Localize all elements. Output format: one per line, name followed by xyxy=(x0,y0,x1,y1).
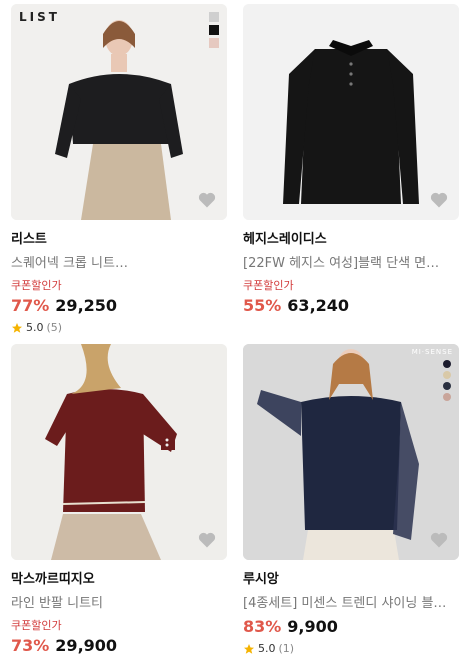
rating-score: 5.0 xyxy=(26,321,44,334)
product-photo xyxy=(243,344,459,560)
color-swatch xyxy=(209,38,219,48)
color-swatch xyxy=(209,12,219,22)
product-name[interactable]: [4종세트] 미센스 트렌디 샤이닝 블… xyxy=(243,592,459,611)
product-image[interactable] xyxy=(11,344,227,560)
color-swatch xyxy=(443,382,451,390)
color-swatch xyxy=(443,393,451,401)
brand-name: 막스까르띠지오 xyxy=(11,572,95,587)
price-row: 55% 63,240 xyxy=(243,296,459,315)
coupon-label: 쿠폰할인가 xyxy=(243,279,294,292)
price: 9,900 xyxy=(287,617,338,636)
color-swatches xyxy=(209,12,219,48)
rating-score: 5.0 xyxy=(258,642,276,655)
heart-icon[interactable] xyxy=(429,190,449,210)
review-count: (1) xyxy=(278,642,295,655)
price: 29,250 xyxy=(55,296,118,315)
price: 63,240 xyxy=(287,296,350,315)
product-photo xyxy=(11,4,227,220)
product-name[interactable]: 스퀘어넥 크롭 니트… xyxy=(11,252,227,271)
product-photo xyxy=(11,344,227,560)
brand-logo: MI·SENSE xyxy=(411,348,453,356)
discount-rate: 83% xyxy=(243,617,282,636)
star-icon xyxy=(244,643,254,654)
coupon-label: 쿠폰할인가 xyxy=(11,279,62,292)
heart-icon[interactable] xyxy=(197,190,217,210)
price-row: 73% 29,900 xyxy=(11,636,227,655)
product-photo xyxy=(243,4,459,220)
color-swatch xyxy=(209,25,219,35)
color-swatch xyxy=(443,360,451,368)
rating: 5.0 (1) xyxy=(243,642,459,655)
price: 29,900 xyxy=(55,636,118,655)
heart-icon[interactable] xyxy=(429,530,449,550)
product-grid: LIST 리스트 스퀘어넥 크롭 니트… 쿠폰할인가 77% 29,250 5.… xyxy=(0,0,468,656)
color-swatches xyxy=(443,360,451,401)
product-image[interactable] xyxy=(243,4,459,220)
price-row: 83% 9,900 xyxy=(243,617,459,636)
rating: 5.0 (5) xyxy=(11,321,227,334)
price-row: 77% 29,250 xyxy=(11,296,227,315)
discount-rate: 77% xyxy=(11,296,50,315)
product-image[interactable]: LIST xyxy=(11,4,227,220)
brand-name: 루시앙 xyxy=(243,572,279,587)
coupon-label: 쿠폰할인가 xyxy=(11,619,62,632)
product-name[interactable]: [22FW 헤지스 여성]블랙 단색 면… xyxy=(243,252,459,271)
discount-rate: 55% xyxy=(243,296,282,315)
color-swatch xyxy=(443,371,451,379)
brand-name: 헤지스레이디스 xyxy=(243,232,327,247)
brand-name: 리스트 xyxy=(11,232,47,247)
product-card[interactable]: LIST 리스트 스퀘어넥 크롭 니트… 쿠폰할인가 77% 29,250 5.… xyxy=(11,4,227,334)
review-count: (5) xyxy=(46,321,63,334)
product-card[interactable]: 막스까르띠지오 라인 반팔 니트티 쿠폰할인가 73% 29,900 xyxy=(11,344,227,655)
product-card[interactable]: 헤지스레이디스 [22FW 헤지스 여성]블랙 단색 면… 쿠폰할인가 55% … xyxy=(243,4,459,315)
product-name[interactable]: 라인 반팔 니트티 xyxy=(11,592,227,611)
heart-icon[interactable] xyxy=(197,530,217,550)
product-card[interactable]: MI·SENSE 루시앙 [4종세트] 미센스 트렌디 샤이닝 블… 83% 9… xyxy=(243,344,459,655)
discount-rate: 73% xyxy=(11,636,50,655)
star-icon xyxy=(12,322,22,333)
product-image[interactable]: MI·SENSE xyxy=(243,344,459,560)
brand-logo: LIST xyxy=(19,10,60,24)
